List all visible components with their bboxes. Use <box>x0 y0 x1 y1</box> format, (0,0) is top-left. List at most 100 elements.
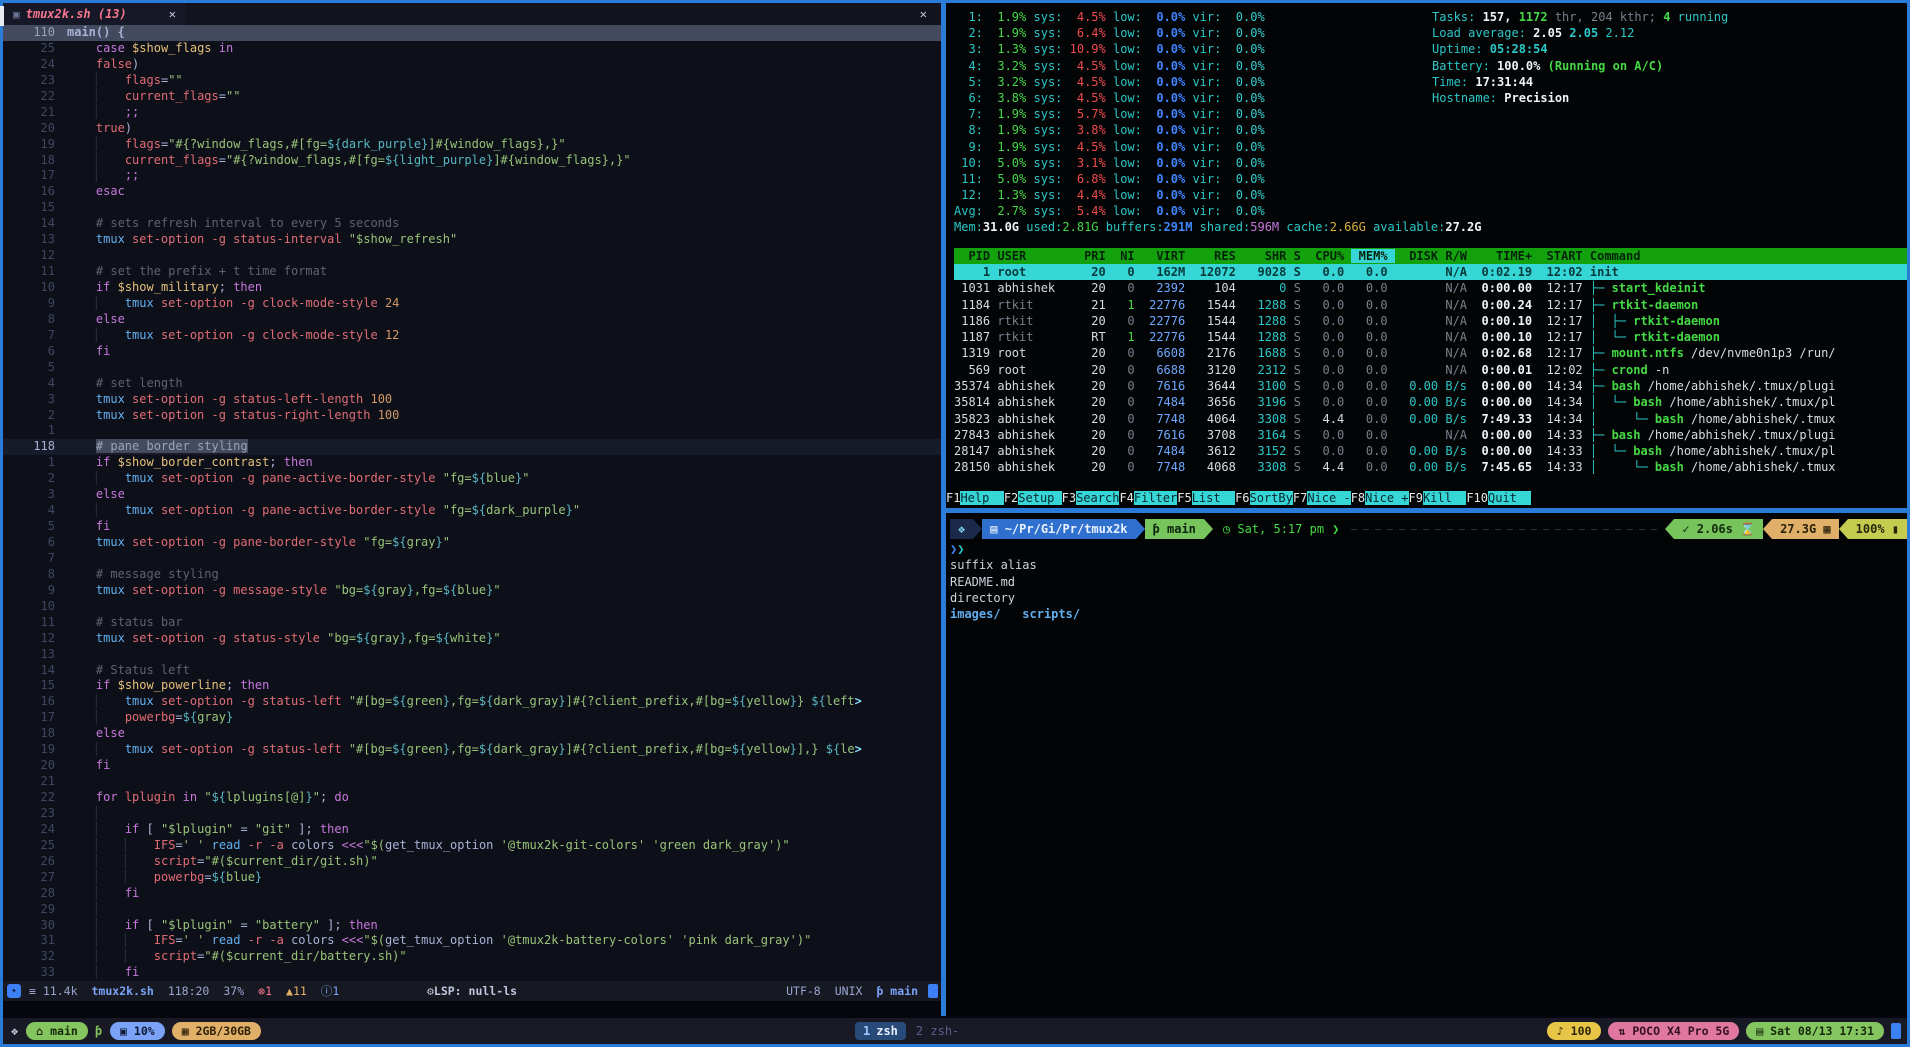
cell-ni: 0 <box>1113 363 1142 377</box>
token: 6.4% <box>1062 26 1105 40</box>
column-header[interactable]: S <box>1294 249 1308 263</box>
cell-start: 14:33 <box>1539 428 1590 442</box>
token: tmux <box>125 328 154 342</box>
process-row[interactable]: 1 root 20 0 162M 12072 9028 S 0.0 0.0 N/… <box>954 264 1907 280</box>
token: > <box>855 694 862 708</box>
git-branch-icon: ƥ <box>1153 522 1160 536</box>
token: tmux <box>125 742 154 756</box>
fkey-f4[interactable]: F4Filter <box>1119 491 1177 505</box>
tab-close-icon[interactable]: ✕ <box>169 7 176 21</box>
token: 0.0% <box>1142 10 1185 24</box>
column-header[interactable]: SHR <box>1243 249 1294 263</box>
process-row[interactable]: 35814 abhishek 20 0 7484 3656 3196 S 0.0… <box>954 394 1907 410</box>
token: scripts/ <box>1022 607 1080 621</box>
code-area[interactable]: 110main() {25 case $show_flags in24 fals… <box>3 25 941 981</box>
line-number: 27 <box>3 870 67 886</box>
token: # pane border styling <box>96 439 248 453</box>
token: 2.66G <box>1330 220 1366 234</box>
cell-ni: 0 <box>1113 281 1142 295</box>
process-row[interactable]: 28147 abhishek 20 0 7484 3612 3152 S 0.0… <box>954 443 1907 459</box>
column-header[interactable]: PRI <box>1077 249 1113 263</box>
process-row[interactable]: 1187 rtkit RT 1 22776 1544 1288 S 0.0 0.… <box>954 329 1907 345</box>
editor-pane[interactable]: ▣ tmux2k.sh (13) ✕ ✕ 110main() {25 case … <box>3 3 941 1001</box>
token: $show_military <box>118 280 219 294</box>
token: /home/abhishek/.tmux/pl <box>1662 395 1835 409</box>
token: ${ <box>732 742 746 756</box>
fkey-f9[interactable]: F9Kill <box>1409 491 1467 505</box>
fkey-f6[interactable]: F6SortBy <box>1235 491 1293 505</box>
column-header[interactable]: CPU% <box>1308 249 1351 263</box>
tab-tmux2k[interactable]: ▣ tmux2k.sh (13) ✕ <box>3 3 186 25</box>
fkey-action: SortBy <box>1250 491 1293 505</box>
column-header[interactable]: START <box>1539 249 1590 263</box>
process-row[interactable]: 35374 abhishek 20 0 7616 3644 3100 S 0.0… <box>954 378 1907 394</box>
token: # sets refresh interval to every 5 secon… <box>96 216 399 230</box>
process-table: PID USER PRI NI VIRT RES SHR S CPU% MEM%… <box>954 248 1907 476</box>
token: "$( <box>363 838 385 852</box>
process-row[interactable]: 35823 abhishek 20 0 7748 4064 3308 S 4.4… <box>954 411 1907 427</box>
column-header[interactable]: TIME+ <box>1474 249 1539 263</box>
cell-time: 7:45.65 <box>1474 460 1539 474</box>
ram-icon: ▦ <box>182 1024 189 1038</box>
token: ${ <box>392 742 406 756</box>
fkey-label: F9 <box>1409 491 1423 505</box>
cell-virt: 7484 <box>1142 444 1193 458</box>
column-header[interactable]: Command <box>1590 249 1641 263</box>
cell-user: abhishek <box>997 444 1076 458</box>
shell-terminal-pane[interactable]: ❖ ▤ ~/Pr/Gi/Pr/tmux2k ƥ main ◷ Sat, 5:17… <box>946 513 1907 1016</box>
process-row[interactable]: 28150 abhishek 20 0 7748 4068 3308 S 4.4… <box>954 459 1907 475</box>
fkey-f5[interactable]: F5List <box>1177 491 1235 505</box>
column-header[interactable]: VIRT <box>1142 249 1193 263</box>
function-key-bar: F1Help F2Setup F3SearchF4FilterF5List F6… <box>946 490 1531 506</box>
process-row[interactable]: 569 root 20 0 6688 3120 2312 S 0.0 0.0 N… <box>954 362 1907 378</box>
code-text: ▏ ▏ powerbg=${blue} <box>67 870 941 886</box>
column-header[interactable]: MEM% <box>1351 249 1394 263</box>
token: set-option -g status-right-length <box>125 408 371 422</box>
column-header[interactable]: RES <box>1192 249 1243 263</box>
command-duration: ✓ 2.06s ⌛ <box>1674 519 1763 539</box>
cell-ni: 0 <box>1113 395 1142 409</box>
token: yellow <box>746 694 789 708</box>
token: 6.8% <box>1062 172 1105 186</box>
column-header[interactable]: NI <box>1113 249 1142 263</box>
token <box>103 870 125 884</box>
token: = <box>175 710 182 724</box>
process-row[interactable]: 1031 abhishek 20 0 2392 104 0 S 0.0 0.0 … <box>954 280 1907 296</box>
process-row[interactable]: 1186 rtkit 20 0 22776 1544 1288 S 0.0 0.… <box>954 313 1907 329</box>
cell-shr: 9028 <box>1243 265 1294 279</box>
system-monitor-pane[interactable]: 1: 1.9% sys: 4.5% low: 0.0% vir: 0.0% 2:… <box>946 3 1907 508</box>
fkey-f2[interactable]: F2Setup <box>1004 491 1062 505</box>
token <box>67 471 96 485</box>
code-text: false) <box>67 57 941 73</box>
cell-res: 1544 <box>1192 298 1243 312</box>
fkey-f1[interactable]: F1Help <box>946 491 1004 505</box>
column-header[interactable]: PID <box>954 249 997 263</box>
fkey-f10[interactable]: F10Quit <box>1466 491 1531 505</box>
token: $show_powerline <box>118 678 226 692</box>
token: } <box>399 631 406 645</box>
process-row[interactable]: 1184 rtkit 21 1 22776 1544 1288 S 0.0 0.… <box>954 297 1907 313</box>
column-header[interactable]: DISK R/W <box>1395 249 1474 263</box>
fkey-f8[interactable]: F8Nice + <box>1351 491 1409 505</box>
token: ${ <box>732 694 746 708</box>
process-row[interactable]: 27843 abhishek 20 0 7616 3708 3164 S 0.0… <box>954 427 1907 443</box>
cell-pri: 20 <box>1077 314 1113 328</box>
window-item[interactable]: 2 zsh- <box>916 1024 959 1038</box>
prompt-input-line[interactable]: ❯❯ <box>950 541 1907 557</box>
tabline-close-icon[interactable]: ✕ <box>920 7 927 21</box>
code-line: 19 ▏ tmux set-option -g status-left "#[b… <box>3 742 941 758</box>
token: ├─ <box>1590 298 1612 312</box>
window-item-active[interactable]: 1zsh <box>855 1022 906 1040</box>
column-header[interactable]: USER <box>997 249 1076 263</box>
token: ▏ <box>96 806 103 820</box>
fkey-f3[interactable]: F3Search <box>1062 491 1120 505</box>
process-row[interactable]: 1319 root 20 0 6608 2176 1688 S 0.0 0.0 … <box>954 345 1907 361</box>
token: "git" <box>255 822 291 836</box>
shell-prompt-bar: ❖ ▤ ~/Pr/Gi/Pr/tmux2k ƥ main ◷ Sat, 5:17… <box>950 519 1907 539</box>
token <box>67 105 96 119</box>
fkey-f7[interactable]: F7Nice - <box>1293 491 1351 505</box>
token: 0.0% <box>1142 59 1185 73</box>
line-number: 20 <box>3 121 67 137</box>
code-line: 10 <box>3 599 941 615</box>
token: powerbg <box>154 870 205 884</box>
